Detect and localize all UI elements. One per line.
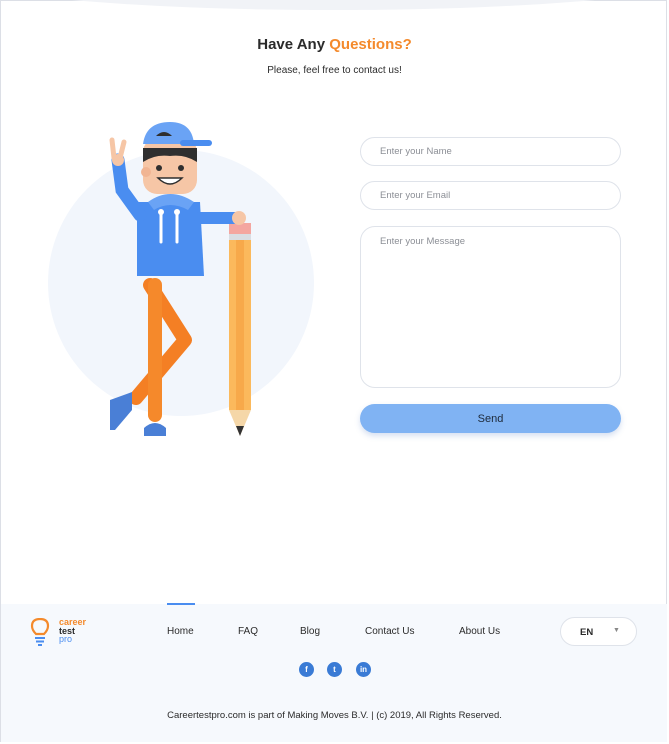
nav-faq-link[interactable]: FAQ	[238, 626, 258, 637]
language-value: EN	[580, 627, 594, 638]
nav-active-indicator	[167, 603, 195, 605]
send-button[interactable]: Send	[360, 404, 621, 433]
nav-blog-link[interactable]: Blog	[300, 626, 320, 637]
nav-about-link[interactable]: About Us	[459, 626, 500, 637]
title-prefix: Have Any	[257, 36, 326, 53]
title-accent: Questions?	[329, 36, 412, 53]
copyright-text: Careertestpro.com is part of Making Move…	[167, 710, 502, 721]
twitter-icon[interactable]: t	[327, 662, 342, 677]
facebook-icon[interactable]: f	[299, 662, 314, 677]
linkedin-icon[interactable]: in	[356, 662, 371, 677]
page-subtitle: Please, feel free to contact us!	[267, 65, 402, 76]
email-input[interactable]	[360, 181, 621, 210]
language-select[interactable]: EN ▼	[560, 617, 637, 646]
logo-word-pro: pro	[59, 634, 73, 644]
message-textarea[interactable]	[360, 226, 621, 388]
logo-wordmark[interactable]: career test pro	[59, 618, 86, 644]
page-title: Have Any Questions?	[0, 36, 669, 53]
boy-with-pencil-illustration	[48, 122, 314, 436]
caret-down-icon: ▼	[613, 627, 620, 634]
name-input[interactable]	[360, 137, 621, 166]
nav-home-link[interactable]: Home	[167, 626, 194, 637]
header-curve	[0, 0, 667, 14]
nav-contact-link[interactable]: Contact Us	[365, 626, 414, 637]
